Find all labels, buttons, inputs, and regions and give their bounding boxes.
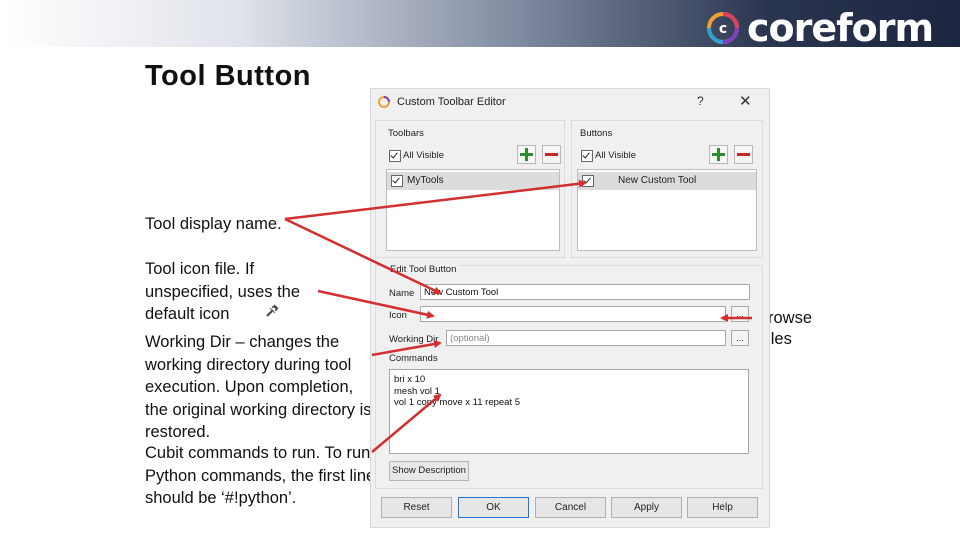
svg-text:c: c (719, 21, 727, 37)
list-item[interactable]: MyTools (387, 172, 559, 190)
note-tool-display-name: Tool display name. (145, 215, 282, 233)
buttons-all-visible-checkbox[interactable] (581, 150, 593, 162)
commands-textarea[interactable]: bri x 10 mesh vol 1 vol 1 copy move x 11… (389, 369, 749, 454)
toolbars-label: Toolbars (388, 128, 424, 139)
reset-button[interactable]: Reset (381, 497, 452, 518)
custom-toolbar-editor-dialog: Custom Toolbar Editor ? ✕ Toolbars All V… (370, 88, 770, 528)
note-tool-icon-file: Tool icon file. If unspecified, uses the… (145, 260, 301, 323)
list-item[interactable]: New Custom Tool (578, 172, 756, 190)
slide-title: Tool Button (145, 60, 312, 92)
note-commands: Cubit commands to run. To run Python com… (145, 444, 376, 507)
app-icon (378, 96, 390, 108)
ok-button[interactable]: OK (458, 497, 529, 518)
toolbars-all-visible-label: All Visible (403, 150, 445, 161)
cancel-button[interactable]: Cancel (535, 497, 606, 518)
working-dir-label: Working Dir (389, 334, 439, 345)
buttons-list[interactable]: New Custom Tool (577, 169, 757, 251)
working-dir-field[interactable]: (optional) (446, 330, 726, 346)
button-visible-checkbox[interactable] (582, 175, 594, 187)
toolbars-all-visible-checkbox[interactable] (389, 150, 401, 162)
coreform-logo: c coreform (707, 6, 957, 50)
name-label: Name (389, 288, 415, 299)
add-button-button[interactable] (709, 145, 728, 164)
commands-label: Commands (389, 353, 438, 364)
default-tool-icon (266, 304, 279, 317)
toolbar-item-label: MyTools (407, 175, 444, 186)
button-item-label: New Custom Tool (618, 175, 697, 186)
help-button[interactable]: ? (697, 94, 704, 108)
logo-text: coreform (747, 6, 934, 50)
apply-button[interactable]: Apply (611, 497, 682, 518)
buttons-label: Buttons (580, 128, 613, 139)
buttons-group: Buttons All Visible New Custom Tool (571, 120, 763, 258)
toolbar-visible-checkbox[interactable] (391, 175, 403, 187)
dialog-title: Custom Toolbar Editor (397, 96, 506, 108)
icon-field[interactable] (420, 306, 726, 322)
coreform-logo-icon: c (707, 12, 739, 44)
command-line: mesh vol 1 (394, 385, 440, 397)
close-button[interactable]: ✕ (739, 92, 752, 110)
remove-button-button[interactable] (734, 145, 753, 164)
help-dialog-button[interactable]: Help (687, 497, 758, 518)
icon-browse-button[interactable]: ... (731, 306, 749, 322)
icon-label: Icon (389, 310, 407, 321)
toolbars-group: Toolbars All Visible MyTools (375, 120, 565, 258)
working-dir-browse-button[interactable]: ... (731, 330, 749, 346)
toolbars-list[interactable]: MyTools (386, 169, 560, 251)
buttons-all-visible-label: All Visible (595, 150, 637, 161)
name-field[interactable]: New Custom Tool (420, 284, 750, 300)
top-banner: c coreform (0, 0, 960, 50)
edit-tool-button-label: Edit Tool Button (388, 264, 459, 275)
note-working-dir: Working Dir – changes the working direct… (145, 333, 372, 441)
show-description-button[interactable]: Show Description (389, 461, 469, 481)
command-line: bri x 10 (394, 374, 426, 385)
add-toolbar-button[interactable] (517, 145, 536, 164)
remove-toolbar-button[interactable] (542, 145, 561, 164)
command-line: vol 1 copy move x 11 repeat 5 (394, 397, 521, 408)
